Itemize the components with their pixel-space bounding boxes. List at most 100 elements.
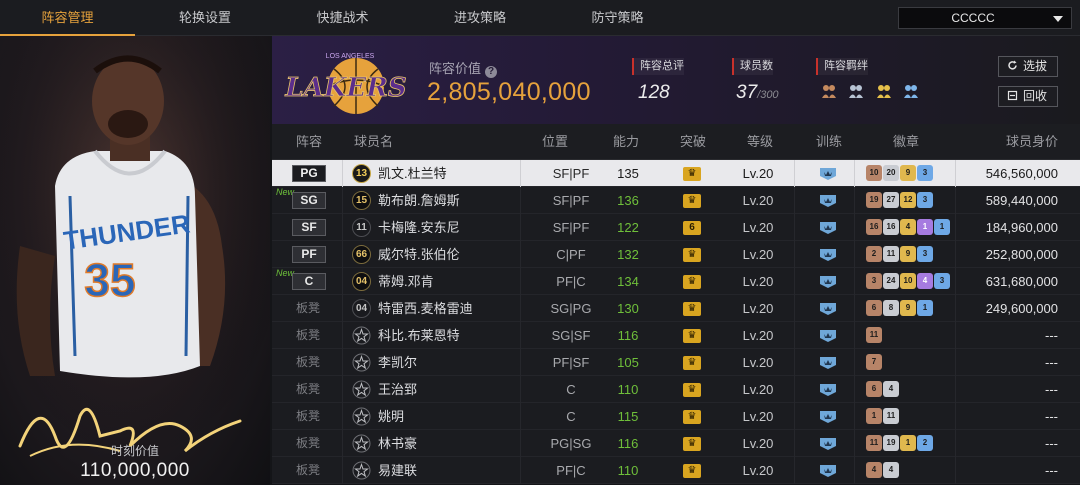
table-row[interactable]: 板凳 易建联 PF|C 110 ♛ Lv.20 44 --- bbox=[272, 457, 1080, 484]
player-value: --- bbox=[1045, 436, 1058, 451]
badge-list[interactable]: 44 bbox=[866, 462, 900, 479]
badge-list[interactable]: 6891 bbox=[866, 300, 934, 317]
bond-icon[interactable] bbox=[902, 82, 920, 100]
column-divider bbox=[854, 160, 855, 187]
select-button[interactable]: 选拔 bbox=[998, 56, 1058, 77]
training-icon[interactable] bbox=[818, 409, 838, 424]
training-icon[interactable] bbox=[818, 247, 838, 262]
tab-lineup-management[interactable]: 阵容管理 bbox=[0, 0, 135, 36]
column-divider bbox=[520, 322, 521, 349]
column-divider bbox=[854, 403, 855, 430]
column-divider bbox=[342, 214, 343, 241]
column-divider bbox=[342, 349, 343, 376]
rating-label: 阵容总评 bbox=[632, 58, 684, 75]
player-level: Lv.20 bbox=[742, 166, 774, 181]
badge-list[interactable]: 7 bbox=[866, 354, 883, 371]
player-level: Lv.20 bbox=[742, 328, 774, 343]
badge-silver: 20 bbox=[883, 165, 899, 181]
tab-defense-strategy[interactable]: 防守策略 bbox=[550, 0, 685, 36]
badge-list[interactable]: 64 bbox=[866, 381, 900, 398]
badge-list[interactable]: 19 27 12 3 bbox=[866, 192, 934, 209]
crown-icon: ♛ bbox=[683, 329, 701, 343]
recycle-button[interactable]: 回收 bbox=[998, 86, 1058, 107]
column-divider bbox=[854, 295, 855, 322]
player-level: Lv.20 bbox=[742, 382, 774, 397]
badge-silver: 27 bbox=[883, 192, 899, 208]
star-icon bbox=[352, 461, 371, 480]
table-row[interactable]: 板凳 王治郅 C 110 ♛ Lv.20 64 --- bbox=[272, 376, 1080, 403]
table-row[interactable]: PF 66 威尔特.张伯伦 C|PF 132 ♛ Lv.20 2 11 9 3 252… bbox=[272, 241, 1080, 268]
badge-bronze: 11 bbox=[866, 435, 882, 451]
training-icon[interactable] bbox=[818, 220, 838, 235]
crown-icon: ♛ bbox=[683, 464, 701, 478]
slot-badge[interactable]: PF bbox=[292, 246, 326, 263]
tab-rotation-settings[interactable]: 轮换设置 bbox=[135, 0, 275, 36]
training-icon[interactable] bbox=[818, 463, 838, 478]
badge-list[interactable]: 1 11 bbox=[866, 408, 900, 425]
bond-icon[interactable] bbox=[820, 82, 838, 100]
bond-icons[interactable] bbox=[820, 82, 925, 104]
badge-list[interactable]: 10 20 9 3 bbox=[866, 165, 934, 182]
training-icon[interactable] bbox=[818, 166, 838, 181]
column-divider bbox=[854, 241, 855, 268]
column-divider bbox=[342, 403, 343, 430]
badge-list[interactable]: 3 24 10 4 3 bbox=[866, 273, 951, 290]
training-icon[interactable] bbox=[818, 274, 838, 289]
column-divider bbox=[520, 268, 521, 295]
column-divider bbox=[342, 457, 343, 484]
team-select-value: CCCCC bbox=[951, 11, 995, 25]
table-row[interactable]: New C 04 蒂姆.邓肯 PF|C 134 ♛ Lv.20 3 24 10 4 3 6… bbox=[272, 268, 1080, 295]
jersey-number: 04 bbox=[352, 299, 371, 318]
column-divider bbox=[342, 187, 343, 214]
player-card[interactable]: THUNDER 35 时刻价值 110,000,000 bbox=[0, 36, 270, 485]
badge-bronze: 1 bbox=[866, 408, 882, 424]
header-breakthrough: 突破 bbox=[680, 134, 707, 149]
column-divider bbox=[854, 376, 855, 403]
header-badges: 徽章 bbox=[893, 134, 920, 149]
training-icon[interactable] bbox=[818, 355, 838, 370]
badge-bronze: 2 bbox=[866, 246, 882, 262]
training-icon[interactable] bbox=[818, 193, 838, 208]
training-icon[interactable] bbox=[818, 328, 838, 343]
slot-badge[interactable]: PG bbox=[292, 165, 326, 182]
badge-list[interactable]: 11 bbox=[866, 327, 883, 344]
badge-list[interactable]: 16 16 4 1 1 bbox=[866, 219, 951, 236]
slot-badge[interactable]: SF bbox=[292, 219, 326, 236]
table-row[interactable]: 板凳 科比.布莱恩特 SG|SF 116 ♛ Lv.20 11 --- bbox=[272, 322, 1080, 349]
header-player-value: 球员身价 bbox=[1006, 134, 1059, 149]
header-power: 能力 bbox=[613, 134, 640, 149]
bond-icon[interactable] bbox=[847, 82, 865, 100]
badge-list[interactable]: 2 11 9 3 bbox=[866, 246, 934, 263]
tab-offense-strategy[interactable]: 进攻策略 bbox=[410, 0, 550, 36]
table-row[interactable]: SF 11 卡梅隆.安东尼 SF|PF 122 6 Lv.20 16 16 4 1 1 … bbox=[272, 214, 1080, 241]
team-select-dropdown[interactable]: CCCCC bbox=[898, 7, 1072, 29]
table-row[interactable]: 板凳 姚明 C 115 ♛ Lv.20 1 11 --- bbox=[272, 403, 1080, 430]
slot-badge[interactable]: SG bbox=[292, 192, 326, 209]
column-divider bbox=[794, 214, 795, 241]
badge-purple: 1 bbox=[917, 219, 933, 235]
column-divider bbox=[794, 241, 795, 268]
player-power: 116 bbox=[617, 328, 639, 343]
badge-list[interactable]: 11 19 1 2 bbox=[866, 435, 934, 452]
training-icon[interactable] bbox=[818, 382, 838, 397]
table-row[interactable]: 板凳 林书豪 PG|SG 116 ♛ Lv.20 11 19 1 2 --- bbox=[272, 430, 1080, 457]
help-icon[interactable]: ? bbox=[485, 66, 498, 78]
table-row[interactable]: 板凳 李凯尔 PF|SF 105 ♛ Lv.20 7 --- bbox=[272, 349, 1080, 376]
column-divider bbox=[342, 160, 343, 187]
badge-silver: 11 bbox=[883, 246, 899, 262]
bond-icon[interactable] bbox=[875, 82, 893, 100]
table-row[interactable]: New SG 15 勒布朗.詹姆斯 SF|PF 136 ♛ Lv.20 19 27 1… bbox=[272, 187, 1080, 214]
table-row[interactable]: 板凳 04 特雷西.麦格雷迪 SG|PG 130 ♛ Lv.20 6891 24… bbox=[272, 295, 1080, 322]
star-icon bbox=[352, 380, 371, 399]
slot-badge[interactable]: C bbox=[292, 273, 326, 290]
table-row[interactable]: PG 13 凯文.杜兰特 SF|PF 135 ♛ Lv.20 10 20 9 3 54… bbox=[272, 160, 1080, 187]
tab-quick-tactics[interactable]: 快捷战术 bbox=[275, 0, 410, 36]
bench-slot: 板凳 bbox=[296, 409, 321, 423]
column-divider bbox=[342, 268, 343, 295]
training-icon[interactable] bbox=[818, 301, 838, 316]
star-icon bbox=[352, 407, 371, 426]
column-divider bbox=[955, 457, 956, 484]
training-icon[interactable] bbox=[818, 436, 838, 451]
recycle-icon bbox=[1007, 90, 1018, 101]
crown-icon: ♛ bbox=[683, 194, 701, 208]
